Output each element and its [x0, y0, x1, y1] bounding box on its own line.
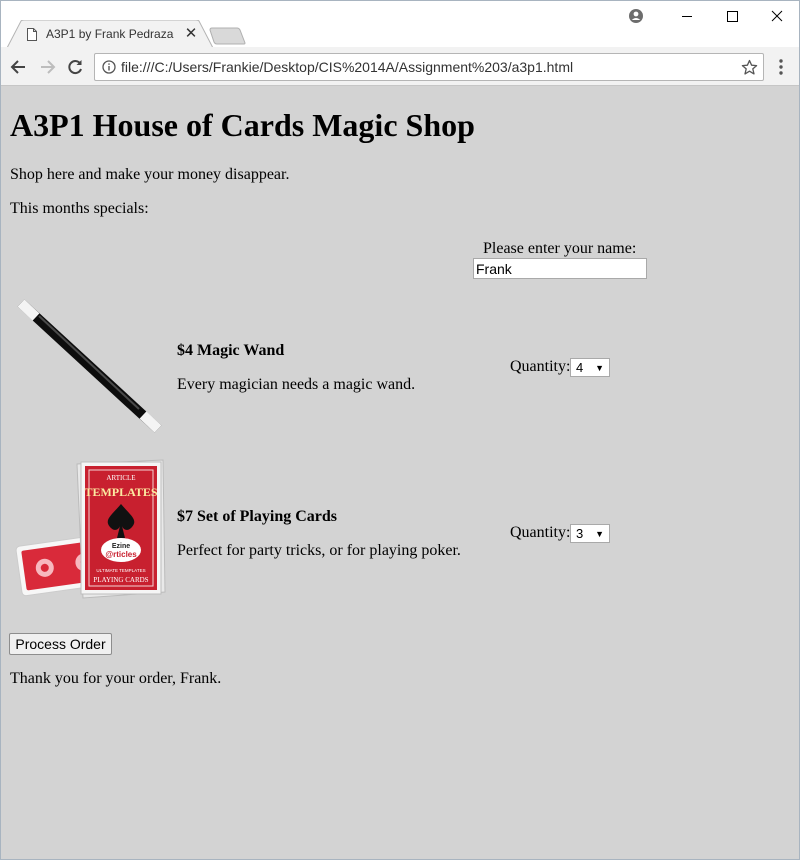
dropdown-arrow-icon: ▼ — [595, 363, 604, 373]
new-tab-button[interactable] — [209, 27, 247, 45]
process-order-button[interactable]: Process Order — [9, 633, 112, 655]
maximize-button[interactable] — [709, 1, 755, 31]
quantity-select-wand[interactable]: 4 ▼ — [570, 358, 610, 377]
quantity-select-cards[interactable]: 3 ▼ — [570, 524, 610, 543]
info-icon[interactable] — [102, 60, 116, 74]
box-main-text: TEMPLATES — [84, 485, 157, 499]
thank-you-message: Thank you for your order, Frank. — [10, 670, 222, 687]
kebab-menu-icon[interactable] — [773, 57, 789, 77]
dropdown-arrow-icon: ▼ — [595, 529, 604, 539]
back-arrow-icon[interactable] — [9, 57, 29, 77]
product-description: Every magician needs a magic wand. — [177, 376, 416, 393]
reload-icon[interactable] — [65, 57, 85, 77]
quantity-value: 3 — [576, 526, 584, 541]
box-top-text: ARTICLE — [106, 474, 135, 482]
quantity-label: Quantity: — [510, 358, 571, 375]
tagline: Shop here and make your money disappear. — [10, 166, 290, 183]
box-brand-text-1: Ezine — [112, 543, 130, 550]
box-brand-text-2: @rticles — [105, 550, 137, 559]
bookmark-star-icon[interactable] — [741, 59, 758, 76]
title-bar: A3P1 by Frank Pedraza ✕ — [1, 1, 800, 48]
browser-window: A3P1 by Frank Pedraza ✕ file:///C:/Users… — [0, 0, 800, 860]
profile-icon[interactable] — [628, 8, 644, 24]
quantity-value: 4 — [576, 360, 584, 375]
product-title: $4 Magic Wand — [177, 342, 285, 359]
name-prompt: Please enter your name: — [483, 240, 637, 257]
document-icon — [27, 28, 37, 41]
magic-wand-image — [17, 299, 162, 433]
page-content: A3P1 House of Cards Magic Shop Shop here… — [1, 87, 799, 859]
tab-title: A3P1 by Frank Pedraza — [46, 27, 174, 41]
address-bar[interactable]: file:///C:/Users/Frankie/Desktop/CIS%201… — [94, 53, 764, 81]
tab-close-icon[interactable]: ✕ — [183, 26, 199, 42]
box-bottom-text-1: ULTIMATE TEMPLATES — [96, 568, 145, 573]
playing-cards-image: ARTICLE TEMPLATES Ezine @rticles ULTIMAT… — [15, 459, 166, 599]
name-input[interactable] — [473, 258, 647, 279]
forward-arrow-icon[interactable] — [37, 57, 57, 77]
window-close-button[interactable] — [754, 1, 800, 31]
minimize-button[interactable] — [664, 1, 710, 31]
box-bottom-text-2: PLAYING CARDS — [93, 576, 148, 584]
page-heading: A3P1 House of Cards Magic Shop — [10, 107, 475, 143]
browser-toolbar: file:///C:/Users/Frankie/Desktop/CIS%201… — [1, 47, 799, 86]
url-text: file:///C:/Users/Frankie/Desktop/CIS%201… — [121, 59, 574, 75]
specials-label: This months specials: — [10, 200, 149, 217]
quantity-label: Quantity: — [510, 524, 571, 541]
product-title: $7 Set of Playing Cards — [177, 508, 337, 525]
product-description: Perfect for party tricks, or for playing… — [177, 542, 461, 559]
